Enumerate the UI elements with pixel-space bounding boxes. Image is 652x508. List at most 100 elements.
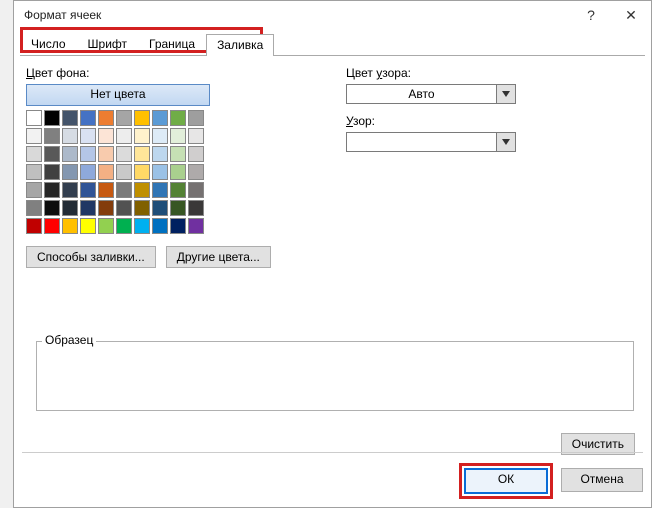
color-swatch[interactable] bbox=[26, 200, 42, 216]
color-swatch[interactable] bbox=[80, 182, 96, 198]
color-swatch[interactable] bbox=[188, 146, 204, 162]
color-swatch[interactable] bbox=[170, 218, 186, 234]
pattern-color-value: Авто bbox=[347, 85, 496, 103]
color-swatch[interactable] bbox=[134, 146, 150, 162]
color-swatch[interactable] bbox=[26, 218, 42, 234]
dialog-footer: ОК Отмена bbox=[22, 452, 643, 499]
cancel-button[interactable]: Отмена bbox=[561, 468, 643, 492]
extra-fill-buttons: Способы заливки... Другие цвета... bbox=[26, 246, 306, 268]
color-swatch[interactable] bbox=[80, 164, 96, 180]
color-swatch[interactable] bbox=[62, 182, 78, 198]
pattern-color-label: Цвет узора: bbox=[346, 66, 639, 80]
color-swatch[interactable] bbox=[98, 218, 114, 234]
color-swatch[interactable] bbox=[26, 146, 42, 162]
color-swatch[interactable] bbox=[62, 164, 78, 180]
color-swatch[interactable] bbox=[62, 128, 78, 144]
tab-font[interactable]: Шрифт bbox=[77, 33, 138, 55]
color-swatch[interactable] bbox=[152, 218, 168, 234]
color-swatch[interactable] bbox=[80, 128, 96, 144]
fill-effects-button[interactable]: Способы заливки... bbox=[26, 246, 156, 268]
color-swatch[interactable] bbox=[26, 182, 42, 198]
color-swatch[interactable] bbox=[62, 200, 78, 216]
color-swatch[interactable] bbox=[170, 200, 186, 216]
color-swatch[interactable] bbox=[170, 128, 186, 144]
color-swatch[interactable] bbox=[44, 146, 60, 162]
dialog-title: Формат ячеек bbox=[24, 8, 571, 22]
color-swatch[interactable] bbox=[116, 182, 132, 198]
color-swatch[interactable] bbox=[44, 182, 60, 198]
close-button[interactable]: ✕ bbox=[611, 1, 651, 29]
help-button[interactable]: ? bbox=[571, 1, 611, 29]
color-swatch[interactable] bbox=[152, 146, 168, 162]
color-swatch[interactable] bbox=[188, 200, 204, 216]
color-swatch[interactable] bbox=[26, 164, 42, 180]
color-swatch[interactable] bbox=[134, 110, 150, 126]
color-swatch[interactable] bbox=[116, 164, 132, 180]
color-swatch[interactable] bbox=[116, 200, 132, 216]
color-swatch[interactable] bbox=[44, 164, 60, 180]
color-swatch[interactable] bbox=[134, 218, 150, 234]
color-swatch[interactable] bbox=[26, 128, 42, 144]
format-cells-dialog: Формат ячеек ? ✕ Число Шрифт Граница Зал… bbox=[13, 0, 652, 508]
sample-preview bbox=[36, 341, 634, 411]
tab-number[interactable]: Число bbox=[20, 33, 77, 55]
bg-color-label: Цвет фона: bbox=[26, 66, 306, 80]
color-swatch[interactable] bbox=[152, 128, 168, 144]
more-colors-button[interactable]: Другие цвета... bbox=[166, 246, 271, 268]
color-swatch[interactable] bbox=[44, 200, 60, 216]
color-swatch[interactable] bbox=[98, 110, 114, 126]
chevron-down-icon bbox=[496, 133, 515, 151]
color-swatch[interactable] bbox=[188, 182, 204, 198]
titlebar: Формат ячеек ? ✕ bbox=[14, 1, 651, 29]
pattern-value bbox=[347, 133, 496, 151]
color-swatch[interactable] bbox=[188, 128, 204, 144]
color-swatch[interactable] bbox=[170, 164, 186, 180]
color-swatch[interactable] bbox=[188, 164, 204, 180]
dialog-body: Цвет фона: Нет цвета Способы заливки... … bbox=[14, 56, 651, 268]
color-swatch[interactable] bbox=[116, 146, 132, 162]
ok-button[interactable]: ОК bbox=[464, 468, 548, 494]
color-swatch[interactable] bbox=[80, 200, 96, 216]
color-swatch[interactable] bbox=[152, 110, 168, 126]
color-swatch[interactable] bbox=[170, 110, 186, 126]
color-swatch[interactable] bbox=[188, 218, 204, 234]
color-swatch[interactable] bbox=[98, 182, 114, 198]
color-swatch[interactable] bbox=[44, 128, 60, 144]
pattern-color-dropdown[interactable]: Авто bbox=[346, 84, 516, 104]
color-swatch[interactable] bbox=[116, 110, 132, 126]
color-swatch[interactable] bbox=[188, 110, 204, 126]
color-swatch[interactable] bbox=[80, 146, 96, 162]
color-swatch[interactable] bbox=[152, 200, 168, 216]
color-swatch[interactable] bbox=[116, 128, 132, 144]
question-icon: ? bbox=[587, 7, 595, 23]
tab-border[interactable]: Граница bbox=[138, 33, 206, 55]
right-column: Цвет узора: Авто Узор: bbox=[346, 66, 639, 268]
ok-highlight: ОК bbox=[459, 463, 553, 499]
color-swatch[interactable] bbox=[134, 200, 150, 216]
color-swatch[interactable] bbox=[170, 182, 186, 198]
color-swatch[interactable] bbox=[152, 182, 168, 198]
color-swatch[interactable] bbox=[134, 182, 150, 198]
color-swatch[interactable] bbox=[44, 218, 60, 234]
color-swatch[interactable] bbox=[80, 218, 96, 234]
pattern-dropdown[interactable] bbox=[346, 132, 516, 152]
color-swatch[interactable] bbox=[62, 146, 78, 162]
color-swatch[interactable] bbox=[116, 218, 132, 234]
color-swatch[interactable] bbox=[80, 110, 96, 126]
color-swatch[interactable] bbox=[26, 110, 42, 126]
color-swatch[interactable] bbox=[98, 128, 114, 144]
left-column: Цвет фона: Нет цвета Способы заливки... … bbox=[26, 66, 306, 268]
color-swatch[interactable] bbox=[134, 128, 150, 144]
no-color-button[interactable]: Нет цвета bbox=[26, 84, 210, 106]
color-swatch[interactable] bbox=[62, 218, 78, 234]
tab-fill[interactable]: Заливка bbox=[206, 34, 274, 56]
color-swatch[interactable] bbox=[98, 200, 114, 216]
color-swatch[interactable] bbox=[98, 164, 114, 180]
color-swatch[interactable] bbox=[62, 110, 78, 126]
color-swatch[interactable] bbox=[170, 146, 186, 162]
color-swatch[interactable] bbox=[152, 164, 168, 180]
color-swatch[interactable] bbox=[134, 164, 150, 180]
color-swatch[interactable] bbox=[98, 146, 114, 162]
color-swatch[interactable] bbox=[44, 110, 60, 126]
close-icon: ✕ bbox=[625, 7, 637, 24]
